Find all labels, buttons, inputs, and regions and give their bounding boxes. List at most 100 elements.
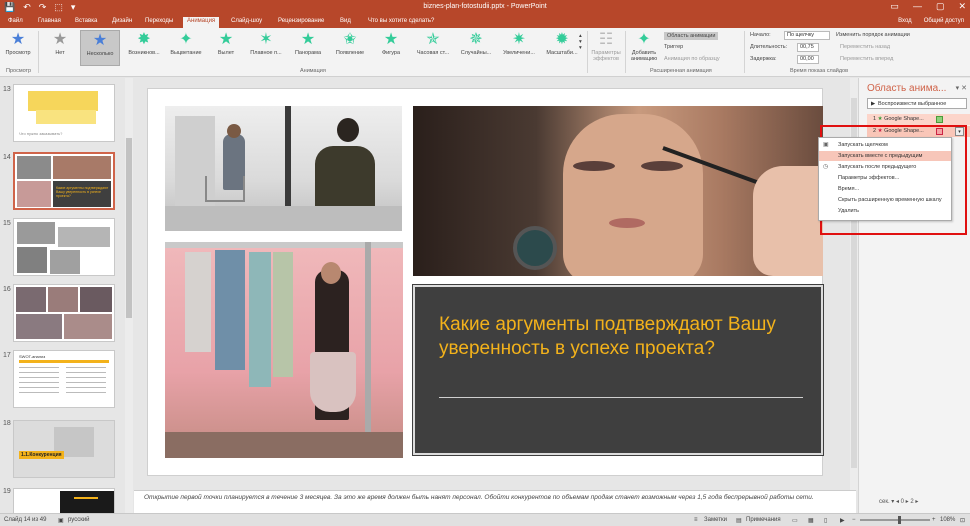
zoom-out-icon[interactable]: − xyxy=(852,517,856,523)
tab-file[interactable]: Файл xyxy=(8,18,23,24)
slide-sorter-icon[interactable]: ▦ xyxy=(808,517,814,524)
move-earlier-button[interactable]: Переместить назад xyxy=(840,44,890,50)
minimize-icon[interactable]: — xyxy=(913,1,922,12)
tab-design[interactable]: Дизайн xyxy=(112,18,132,24)
menu-item-start-on-click[interactable]: ▣ Запускать щелчком xyxy=(819,140,951,150)
tab-review[interactable]: Рецензирование xyxy=(278,18,324,24)
chevron-down-icon[interactable]: ▾ xyxy=(955,127,964,136)
thumbnails-scrollbar[interactable] xyxy=(125,78,133,513)
slide-thumbnail[interactable] xyxy=(13,218,115,276)
reading-view-icon[interactable]: ▯ xyxy=(824,517,827,524)
slide-thumbnail[interactable] xyxy=(13,284,115,342)
maximize-icon[interactable]: ▢ xyxy=(936,1,945,12)
start-select[interactable]: По щелчку xyxy=(784,31,830,40)
thumb-caption: 1.1.Конкуренция xyxy=(19,451,64,459)
preview-button[interactable]: ★ Просмотр xyxy=(2,30,34,66)
effect-label: Вылет xyxy=(217,50,235,56)
zoom-in-icon[interactable]: + xyxy=(932,517,936,523)
effect-label: Увеличени... xyxy=(503,50,535,56)
animation-pane-button[interactable]: Область анимации xyxy=(664,32,719,40)
share-button[interactable]: Общий доступ xyxy=(924,18,964,24)
close-icon[interactable]: ✕ xyxy=(958,1,966,12)
photo-face xyxy=(563,114,703,276)
zoom-level[interactable]: 108% xyxy=(940,517,955,523)
tab-animations[interactable]: Анимация xyxy=(183,17,220,28)
makeup-photo[interactable] xyxy=(413,106,823,276)
menu-item-with-previous[interactable]: Запускать вместе с предыдущим xyxy=(819,151,951,161)
speaker-notes[interactable]: Открытие первой точки планируется в тече… xyxy=(134,490,856,513)
animation-item[interactable]: 1 ★ Google Shape... xyxy=(867,114,970,125)
fit-slide-icon[interactable]: ⊡ xyxy=(960,517,965,524)
headline-textbox[interactable]: Какие аргументы подтверждают Вашу уверен… xyxy=(412,284,824,456)
move-later-button[interactable]: Переместить вперед xyxy=(840,56,893,62)
effect-shape[interactable]: ★ Фигура xyxy=(372,30,410,66)
effect-label: Часовая ст... xyxy=(416,50,450,56)
menu-item-remove[interactable]: Удалить xyxy=(819,206,951,216)
effect-fly-in[interactable]: ★ Вылет xyxy=(208,30,244,66)
ribbon-display-icon[interactable]: ▭ xyxy=(890,1,899,12)
comments-button[interactable]: Примечания xyxy=(746,517,781,523)
ribbon-separator xyxy=(38,31,39,73)
add-animation-button[interactable]: ✦ Добавить анимацию xyxy=(627,30,661,66)
timeline-controls[interactable]: сек. ▾ ◂ 0 ▸ 2 ▸ xyxy=(879,498,918,505)
effect-multiple[interactable]: ★ Несколько xyxy=(80,30,120,66)
tab-home[interactable]: Главная xyxy=(38,18,61,24)
effect-wheel[interactable]: ✯ Часовая ст... xyxy=(412,30,454,66)
sign-in-link[interactable]: Вход xyxy=(898,18,912,24)
delay-input[interactable]: 00,00 xyxy=(797,55,819,64)
effect-float-in[interactable]: ✶ Плавное п... xyxy=(246,30,286,66)
gallery-scroll-icon[interactable]: ▴ ▾ ▾ xyxy=(579,33,582,51)
play-selected-button[interactable]: ▶ Воспроизвести выбранное xyxy=(867,98,967,109)
effect-options-button[interactable]: ☷ Параметры эффектов xyxy=(589,30,623,66)
slide-thumbnails-pane[interactable]: 13 Что нужно заказывать? 14 Какие аргуме… xyxy=(0,78,134,518)
studio-photo[interactable] xyxy=(165,106,402,231)
duration-input[interactable]: 00,75 xyxy=(797,43,819,52)
thumb-sticky-note xyxy=(36,110,96,124)
tab-transitions[interactable]: Переходы xyxy=(145,18,173,24)
notes-button[interactable]: Заметки xyxy=(704,517,727,523)
animation-painter-button[interactable]: Анимация по образцу xyxy=(664,56,720,62)
ribbon-separator xyxy=(744,31,745,73)
menu-item-hide-timeline[interactable]: Скрыть расширенную временную шкалу xyxy=(819,195,951,205)
effect-appear[interactable]: ✸ Возникнов... xyxy=(124,30,164,66)
photo-rack-pole xyxy=(365,242,371,458)
menu-item-after-previous[interactable]: ◷ Запускать после предыдущего xyxy=(819,162,951,172)
scrollbar-handle[interactable] xyxy=(126,138,132,318)
tab-insert[interactable]: Вставка xyxy=(75,18,97,24)
effect-zoom[interactable]: ✹ Масштаби... xyxy=(541,30,583,66)
effect-fade[interactable]: ✦ Выцветание xyxy=(166,30,206,66)
slide-thumbnail[interactable]: 1.1.Конкуренция xyxy=(13,420,115,478)
slide-thumbnail[interactable]: Что нужно заказывать? xyxy=(13,84,115,142)
tab-slideshow[interactable]: Слайд-шоу xyxy=(231,18,262,24)
effect-none[interactable]: ★ Нет xyxy=(42,30,78,66)
tell-me-search[interactable]: Что вы хотите сделать? xyxy=(368,18,434,24)
photo-skirt xyxy=(310,352,356,412)
photo-model-head xyxy=(227,124,241,138)
proofing-icon[interactable]: ▣ xyxy=(58,517,64,524)
thumb-lines xyxy=(19,367,59,368)
zoom-slider[interactable] xyxy=(860,519,930,521)
effect-pan[interactable]: ★ Панорама xyxy=(288,30,328,66)
slide-headline[interactable]: Какие аргументы подтверждают Вашу уверен… xyxy=(439,313,799,361)
close-icon[interactable]: ▾ ✕ xyxy=(956,84,967,92)
menu-item-timing[interactable]: Время... xyxy=(819,184,951,194)
normal-view-icon[interactable]: ▭ xyxy=(792,517,798,524)
fashion-photo[interactable] xyxy=(165,242,403,458)
effect-grow[interactable]: ✷ Увеличени... xyxy=(498,30,540,66)
effect-random-bars[interactable]: ✵ Случайны... xyxy=(455,30,497,66)
slide-canvas[interactable]: Какие аргументы подтверждают Вашу уверен… xyxy=(147,88,824,476)
zoom-slider-handle[interactable] xyxy=(898,516,901,524)
trigger-button[interactable]: Триггер xyxy=(664,44,683,50)
thumb-photo xyxy=(17,156,51,179)
effect-emerge[interactable]: ✬ Появление xyxy=(330,30,370,66)
slide-thumbnail-selected[interactable]: Какие аргументы подтверждают Вашу уверен… xyxy=(13,152,115,210)
slideshow-view-icon[interactable]: ▶ xyxy=(840,517,845,524)
preview-star-icon: ★ xyxy=(10,31,26,48)
language-indicator[interactable]: русский xyxy=(68,517,90,523)
timing-bar xyxy=(936,116,943,123)
menu-item-effect-options[interactable]: Параметры эффектов... xyxy=(819,173,951,183)
slide-thumbnail[interactable]: SWOT-анализ xyxy=(13,350,115,408)
effect-label: Панорама xyxy=(294,50,322,56)
tab-view[interactable]: Вид xyxy=(340,18,351,24)
thumb-lines xyxy=(66,367,106,368)
